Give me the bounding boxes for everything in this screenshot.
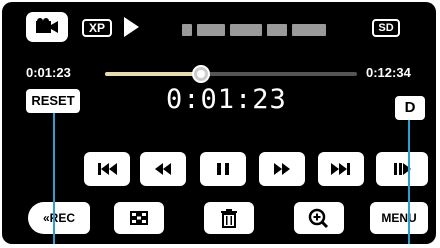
menu-button[interactable]: MENU	[370, 202, 428, 234]
seek-bar-fill	[105, 72, 201, 76]
zoom-button[interactable]	[294, 202, 344, 234]
zoom-in-icon	[308, 208, 329, 229]
rec-button[interactable]: «REC	[28, 202, 90, 234]
chevron-left-icon: «	[42, 211, 50, 225]
callout-line-reset	[53, 113, 55, 244]
index-button[interactable]	[114, 202, 164, 234]
rewind-button[interactable]	[140, 152, 186, 186]
skip-forward-icon	[331, 163, 350, 175]
frame-advance-icon	[394, 163, 411, 175]
pause-icon	[217, 163, 229, 175]
fast-forward-icon	[274, 163, 290, 175]
reset-button[interactable]: RESET	[26, 89, 80, 113]
elapsed-time: 0:01:23	[26, 65, 71, 80]
frame-advance-button[interactable]	[376, 152, 428, 186]
trash-icon	[221, 209, 237, 228]
skip-back-button[interactable]	[84, 152, 130, 186]
video-camera-icon	[36, 18, 58, 33]
media-indicator: SD	[372, 19, 400, 37]
skip-forward-button[interactable]	[318, 152, 364, 186]
pause-button[interactable]	[200, 152, 246, 186]
delete-button[interactable]	[204, 202, 254, 234]
rewind-icon	[155, 163, 171, 175]
skip-back-icon	[98, 163, 117, 175]
camcorder-playback-screen: XP SD 0:01:23 0:12:34 RESET 0:01:23 D «R…	[2, 2, 436, 244]
quality-indicator: XP	[82, 19, 112, 37]
play-icon	[124, 17, 139, 37]
video-mode-button[interactable]	[26, 12, 68, 42]
seek-knob[interactable]	[191, 65, 210, 83]
index-grid-icon	[130, 211, 148, 225]
callout-line-d	[408, 120, 410, 244]
seek-bar[interactable]	[105, 65, 357, 83]
filename-placeholder	[182, 23, 342, 36]
fast-forward-button[interactable]	[259, 152, 305, 186]
counter-display: 0:01:23	[166, 84, 287, 115]
total-time: 0:12:34	[366, 65, 411, 80]
d-button[interactable]: D	[395, 96, 425, 120]
